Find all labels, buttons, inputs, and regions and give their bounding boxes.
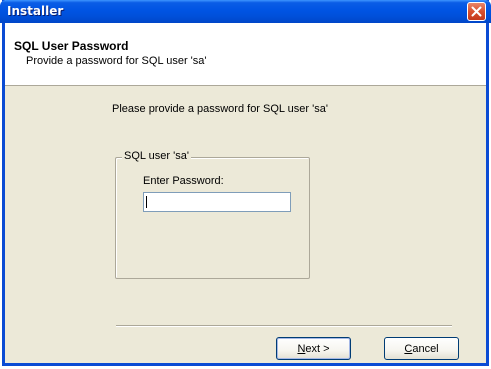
header-band: SQL User Password Provide a password for… [5,23,486,86]
page-title: SQL User Password [14,39,129,53]
sql-user-groupbox: SQL user 'sa' Enter Password: [115,150,310,279]
cancel-button-label: ancel [412,342,439,355]
dialog-body: SQL User Password Provide a password for… [5,0,486,366]
next-button[interactable]: Next > [276,337,351,360]
prompt-text: Please provide a password for SQL user '… [112,103,328,115]
button-separator [116,325,452,327]
password-label: Enter Password: [143,175,224,187]
password-input[interactable] [143,192,291,212]
page-subtitle: Provide a password for SQL user 'sa' [26,55,207,67]
next-button-label: ext > [305,342,330,355]
cancel-button[interactable]: Cancel [384,337,459,360]
groupbox-legend: SQL user 'sa' [122,150,191,162]
text-caret [146,196,147,208]
